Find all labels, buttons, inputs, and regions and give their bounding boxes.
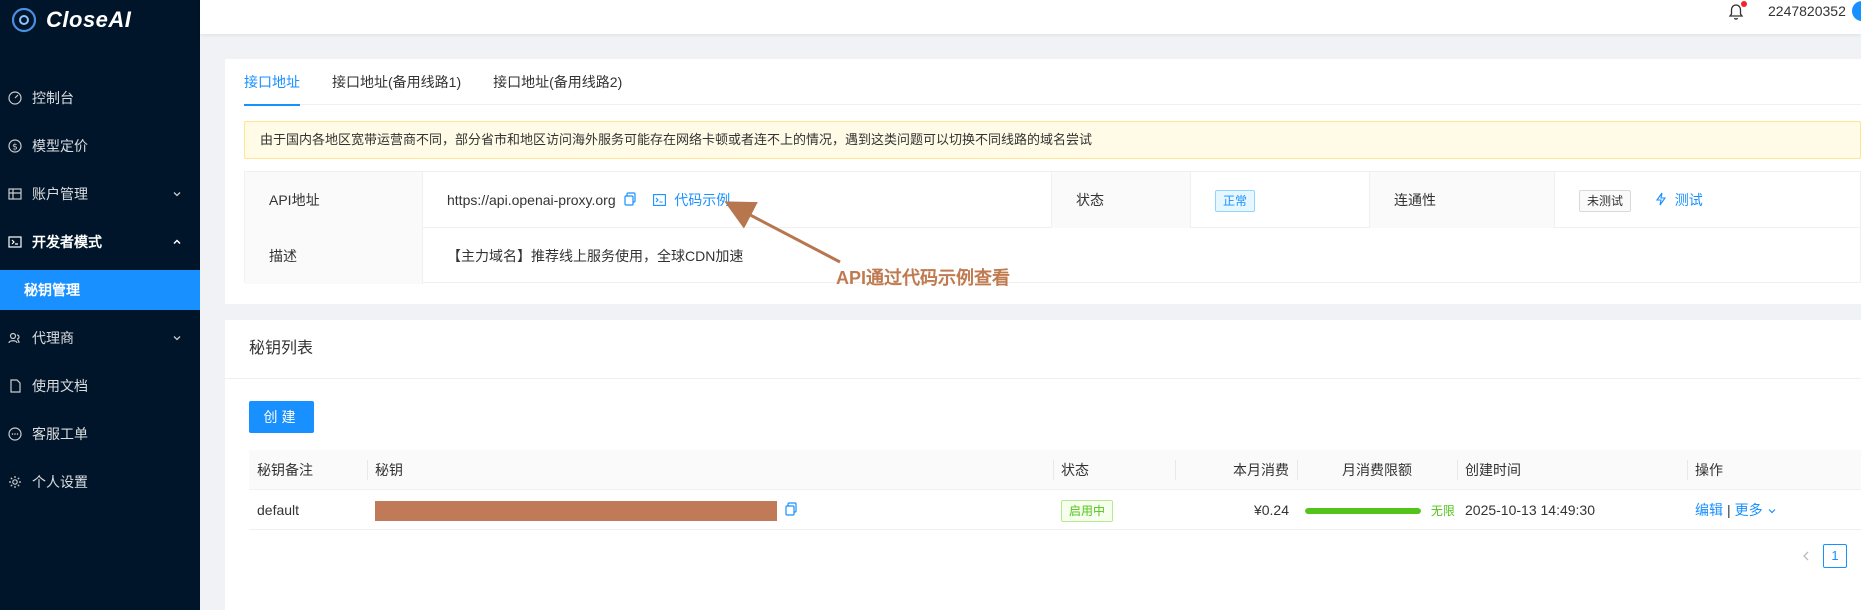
pagination: 1 [1795,544,1861,568]
card-divider [225,378,1861,379]
edit-key-link[interactable]: 编辑 [1695,502,1723,518]
next-page-icon[interactable] [1853,545,1861,567]
create-key-button[interactable]: 创建 [249,401,314,433]
col-monthly-spend: 本月消费 [1175,450,1297,490]
api-annotation: API通过代码示例查看 [836,268,1011,288]
col-note: 秘钥备注 [257,462,313,478]
page-number[interactable]: 1 [1823,544,1847,568]
col-key: 秘钥 [367,450,1053,490]
key-monthly-spend: ¥0.24 [1253,502,1289,518]
col-created-time: 创建时间 [1457,450,1687,490]
table-row: default 启用中 ¥0.24 无限 2025-10-13 14:49:30… [249,490,1861,530]
limit-progress-fill [1305,508,1421,515]
key-note: default [257,502,300,518]
table-header: 秘钥备注 秘钥 状态 本月消费 月消费限额 创建时间 操作 [249,450,1861,490]
key-status-badge: 启用中 [1061,500,1114,523]
action-separator: | [1727,502,1731,518]
key-value-cell [367,490,1053,530]
chevron-down-icon[interactable] [1767,491,1777,531]
key-monthly-limit: 无限 [1297,490,1457,530]
col-status: 状态 [1053,450,1175,490]
key-list-card: 秘钥列表 创建 秘钥备注 秘钥 状态 本月消费 月消费限额 创建时间 操作 de… [225,320,1861,610]
limit-label: 无限 [1430,504,1455,519]
redacted-key [375,501,777,522]
key-actions: 编辑 | 更多 [1687,490,1861,530]
prev-page-icon[interactable] [1795,545,1817,567]
col-actions: 操作 [1687,450,1861,490]
key-status-cell: 启用中 [1053,490,1175,530]
col-monthly-limit: 月消费限额 [1297,450,1457,490]
more-actions-link[interactable]: 更多 [1735,502,1763,518]
key-list-title: 秘钥列表 [249,340,314,357]
copy-icon[interactable] [785,491,797,531]
limit-progress-bar [1305,508,1421,515]
key-created-time: 2025-10-13 14:49:30 [1465,502,1595,518]
